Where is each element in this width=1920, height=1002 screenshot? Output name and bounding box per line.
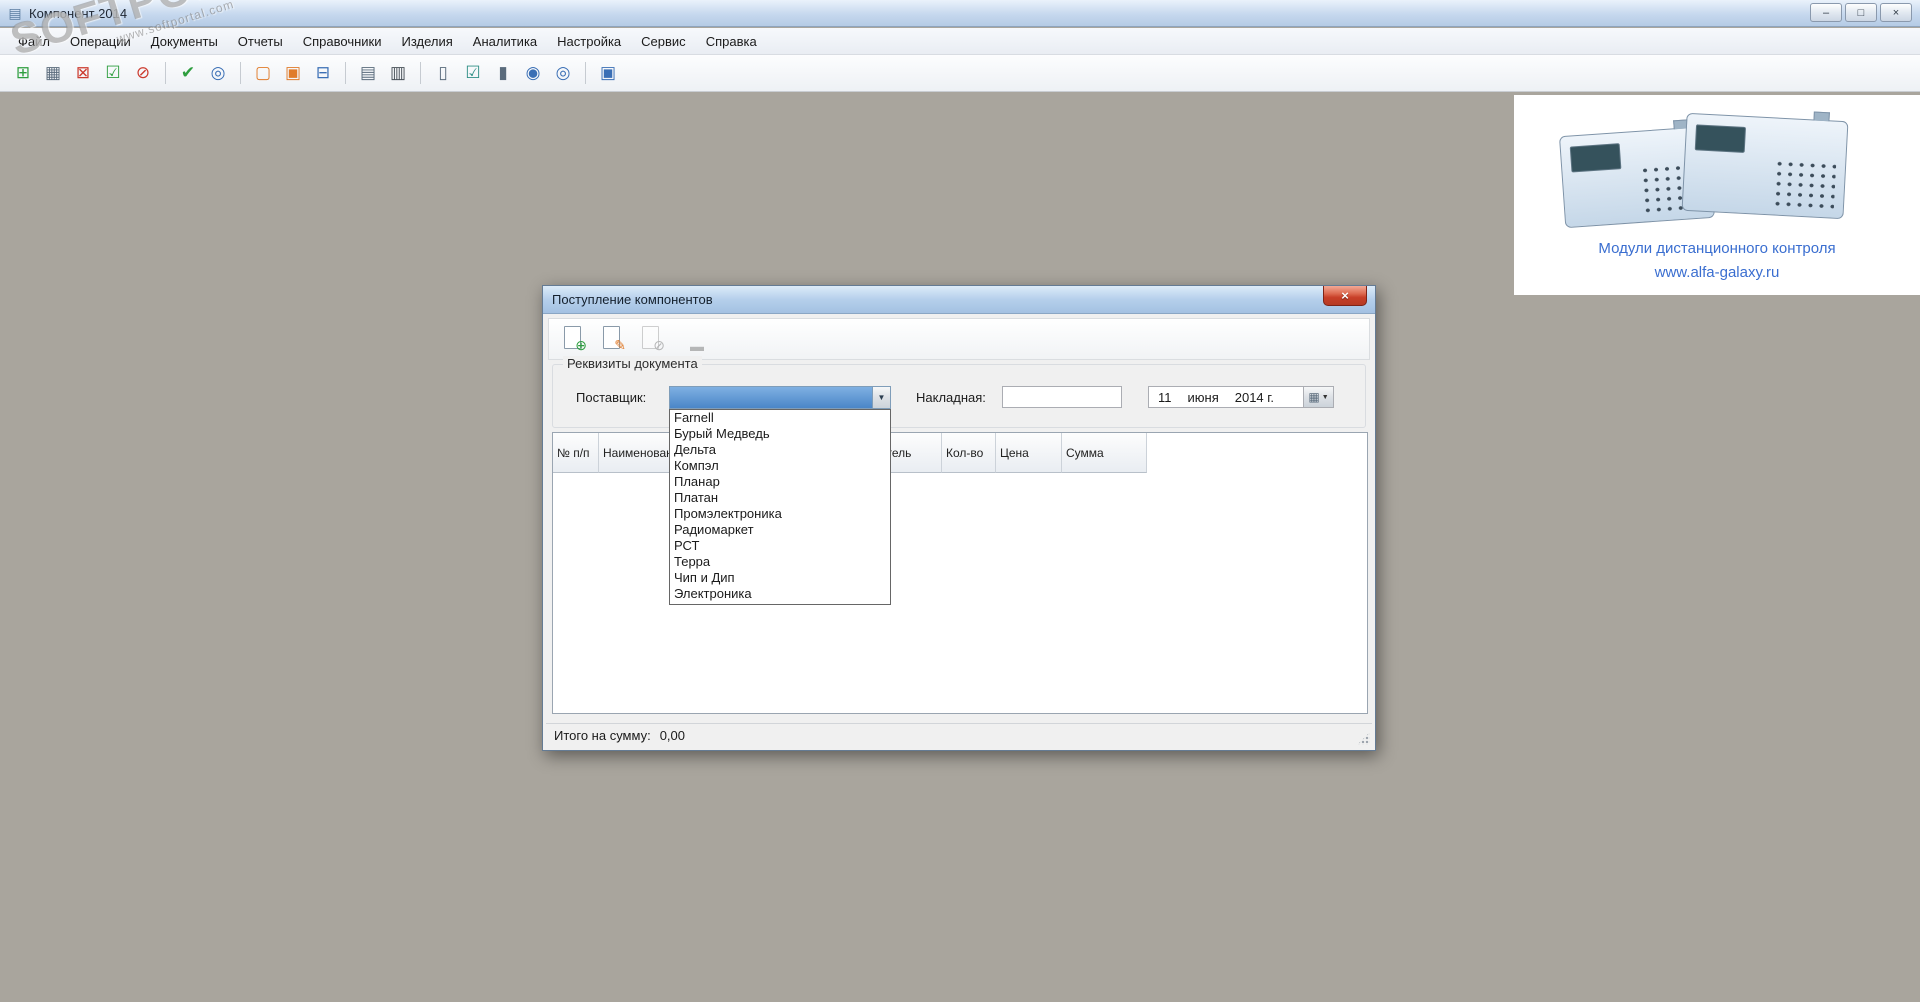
dropdown-item[interactable]: Платан (670, 490, 890, 506)
menu-help[interactable]: Справка (696, 30, 767, 53)
maximize-button[interactable]: □ (1845, 3, 1877, 22)
supplier-combobox[interactable]: ▼ (669, 386, 891, 409)
device-check-icon[interactable]: ☑ (460, 60, 486, 86)
dropdown-item[interactable]: Farnell (670, 410, 890, 426)
minimize-button[interactable]: – (1810, 3, 1842, 22)
date-picker[interactable]: 11 июня 2014 г. ▦ ▼ (1148, 386, 1334, 408)
device-image (1681, 111, 1849, 220)
confirm-check-icon[interactable]: ✔ (175, 60, 201, 86)
menu-file[interactable]: Файл (8, 30, 60, 53)
menu-bar: Файл Операции Документы Отчеты Справочни… (0, 28, 1920, 55)
dropdown-item[interactable]: Промэлектроника (670, 506, 890, 522)
dropdown-item[interactable]: Электроника (670, 586, 890, 602)
dialog-title: Поступление компонентов (552, 292, 713, 307)
battery-icon[interactable]: ▮ (490, 60, 516, 86)
window-titlebar: ▤ Компонент 2014 (0, 0, 1920, 27)
search-document-icon[interactable]: ◎ (205, 60, 231, 86)
table-header-cell-total[interactable]: Сумма (1062, 433, 1147, 473)
chevron-down-icon[interactable]: ▼ (872, 387, 890, 408)
clear-record-button[interactable]: ▬ (675, 324, 705, 354)
components-receipt-dialog: Поступление компонентов × ⊕ ✎ ⊘ ▬ Реквиз… (542, 285, 1376, 751)
delete-icon: ⊘ (653, 337, 665, 353)
menu-service[interactable]: Сервис (631, 30, 696, 53)
monitor-icon[interactable]: ▣ (595, 60, 621, 86)
dropdown-item[interactable]: Бурый Медведь (670, 426, 890, 442)
groupbox-label: Реквизиты документа (563, 356, 702, 371)
supplier-dropdown-list: Farnell Бурый Медведь Дельта Компэл План… (669, 409, 891, 605)
toolbar-separator (240, 62, 241, 84)
menu-products[interactable]: Изделия (392, 30, 463, 53)
calendar-add-icon[interactable]: ⊞ (10, 60, 36, 86)
status-total-value: 0,00 (659, 728, 685, 743)
date-month[interactable]: июня (1188, 390, 1219, 405)
calendar-icon[interactable]: ▦ (40, 60, 66, 86)
dropdown-item[interactable]: Дельта (670, 442, 890, 458)
application-window: ▤ Компонент 2014 – □ × Файл Операции Док… (0, 0, 1920, 1002)
dialog-close-button[interactable]: × (1323, 286, 1367, 306)
supplier-label: Поставщик: (576, 390, 647, 405)
structure-tree-icon[interactable]: ▤ (355, 60, 381, 86)
menu-operations[interactable]: Операции (60, 30, 141, 53)
table-header-cell-quantity[interactable]: Кол-во (942, 433, 996, 473)
table-header-cell-number[interactable]: № п/п (553, 433, 599, 473)
date-dropdown-button[interactable]: ▦ ▼ (1303, 387, 1333, 407)
resize-grip[interactable] (1357, 732, 1370, 745)
dropdown-item[interactable]: Планар (670, 474, 890, 490)
pencil-icon: ✎ (614, 337, 626, 353)
menu-reports[interactable]: Отчеты (228, 30, 293, 53)
banner-caption: Модули дистанционного контроля (1598, 240, 1836, 257)
calendar-check-icon[interactable]: ☑ (100, 60, 126, 86)
table-header-cell-price[interactable]: Цена (996, 433, 1062, 473)
dropdown-item[interactable]: Чип и Дип (670, 570, 890, 586)
add-icon: ⊕ (575, 337, 587, 353)
calendar-icon: ▦ (1308, 390, 1320, 404)
dropdown-item[interactable]: Терра (670, 554, 890, 570)
device-screen (1694, 124, 1747, 153)
device-antenna (1813, 111, 1830, 122)
toolbar-separator (420, 62, 421, 84)
device-keypad (1771, 158, 1837, 210)
package-box-icon[interactable]: ▣ (280, 60, 306, 86)
dialog-toolbar: ⊕ ✎ ⊘ ▬ (548, 318, 1370, 360)
ad-banner: Модули дистанционного контроля www.alfa-… (1514, 95, 1920, 295)
main-toolbar: ⊞ ▦ ⊠ ☑ ⊘ ✔ ◎ ▢ ▣ ⊟ ▤ ▥ ▯ ☑ ▮ ◉ ◎ ▣ (0, 55, 1920, 92)
invoice-label: Накладная: (916, 390, 986, 405)
window-title: Компонент 2014 (29, 5, 128, 21)
supplier-value (670, 387, 872, 408)
new-record-button[interactable]: ⊕ (558, 324, 588, 354)
invoice-input[interactable] (1002, 386, 1122, 408)
toolbar-separator (345, 62, 346, 84)
toolbar-separator (165, 62, 166, 84)
toolbar-separator (585, 62, 586, 84)
app-icon: ▤ (8, 4, 22, 21)
dropdown-item[interactable]: РСТ (670, 538, 890, 554)
chip-icon[interactable]: ▥ (385, 60, 411, 86)
window-controls: – □ × (1810, 3, 1912, 22)
date-day[interactable]: 11 (1158, 390, 1172, 405)
search-info-icon[interactable]: ◉ (520, 60, 546, 86)
menu-documents[interactable]: Документы (141, 30, 228, 53)
frame-ruler-icon[interactable]: ▢ (250, 60, 276, 86)
menu-analytics[interactable]: Аналитика (463, 30, 547, 53)
delete-record-button[interactable]: ⊘ (636, 324, 666, 354)
dialog-statusbar: Итого на сумму: 0,00 (546, 723, 1372, 747)
close-button[interactable]: × (1880, 3, 1912, 22)
calendar-delete-icon[interactable]: ⊠ (70, 60, 96, 86)
edit-record-button[interactable]: ✎ (597, 324, 627, 354)
menu-settings[interactable]: Настройка (547, 30, 631, 53)
calendar-stop-icon[interactable]: ⊘ (130, 60, 156, 86)
eraser-icon: ▬ (690, 338, 704, 354)
status-total-label: Итого на сумму: (554, 728, 651, 743)
dialog-titlebar[interactable]: Поступление компонентов (543, 286, 1375, 314)
delivery-truck-icon[interactable]: ⊟ (310, 60, 336, 86)
banner-url: www.alfa-galaxy.ru (1654, 264, 1780, 281)
date-year[interactable]: 2014 г. (1235, 390, 1274, 405)
device-icon[interactable]: ▯ (430, 60, 456, 86)
search-zoom-icon[interactable]: ◎ (550, 60, 576, 86)
dropdown-item[interactable]: Радиомаркет (670, 522, 890, 538)
device-screen (1569, 143, 1622, 173)
chevron-down-icon: ▼ (1321, 393, 1329, 401)
menu-references[interactable]: Справочники (293, 30, 392, 53)
dropdown-item[interactable]: Компэл (670, 458, 890, 474)
